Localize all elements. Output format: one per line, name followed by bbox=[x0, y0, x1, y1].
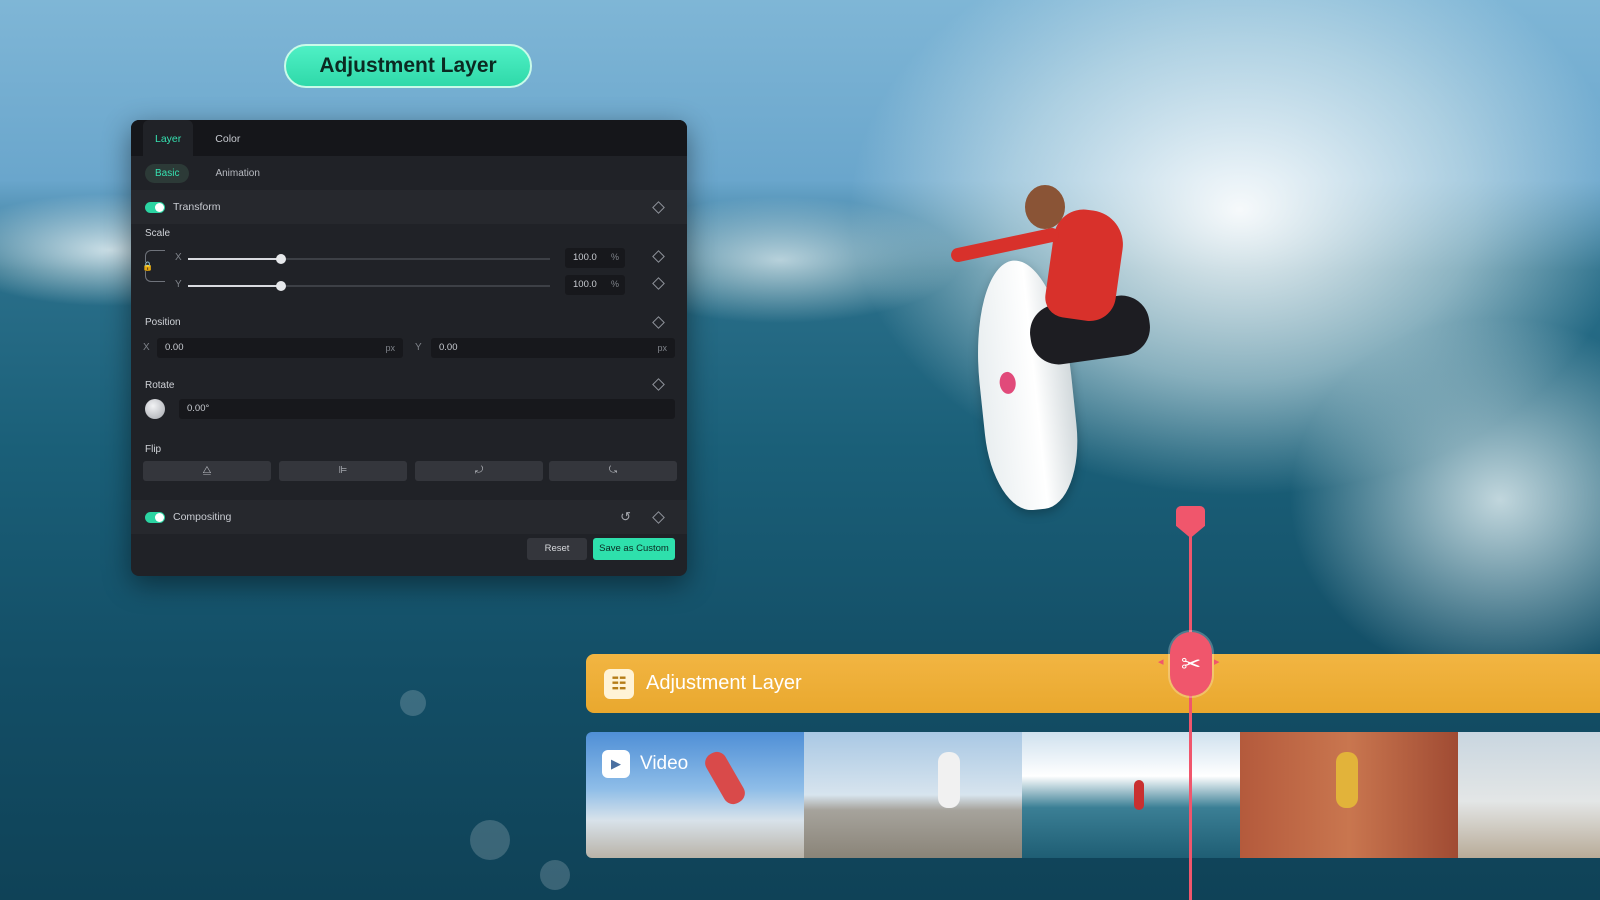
adjustment-sliders-icon: ☷ bbox=[604, 668, 634, 699]
transform-section-header[interactable]: Transform bbox=[131, 190, 687, 224]
tab-layer[interactable]: Layer bbox=[143, 120, 194, 156]
rotate-left-icon: ⤿ bbox=[608, 465, 618, 476]
scale-x-slider-handle[interactable] bbox=[276, 254, 286, 264]
flip-vertical-button[interactable]: ⊫ bbox=[279, 461, 407, 481]
flip-vertical-icon: ⊫ bbox=[338, 465, 348, 476]
properties-panel: Layer Color Basic Animation Transform Sc… bbox=[131, 120, 687, 576]
scale-x-slider-fill bbox=[188, 258, 280, 260]
compositing-section-header[interactable]: Compositing ↺ bbox=[131, 500, 687, 534]
video-thumbnail bbox=[1240, 732, 1458, 858]
panel-subtabs: Basic Animation bbox=[131, 156, 687, 190]
jumper-figure bbox=[1336, 752, 1358, 808]
rotate-right-button[interactable]: ⤾ bbox=[415, 461, 543, 481]
adjustment-layer-badge: Adjustment Layer bbox=[284, 44, 532, 88]
tab-color[interactable]: Color bbox=[203, 120, 252, 156]
flip-horizontal-button[interactable]: ⧋ bbox=[143, 461, 271, 481]
position-x-value: 0.00 bbox=[165, 342, 184, 353]
lock-icon[interactable]: 🔒 bbox=[142, 262, 153, 271]
scissors-icon: ✂ bbox=[1180, 650, 1202, 678]
surfer-head bbox=[1025, 185, 1065, 229]
transform-keyframe-icon[interactable] bbox=[652, 200, 665, 214]
scale-y-unit: % bbox=[611, 279, 620, 289]
split-right-arrow-icon: ▸ bbox=[1214, 655, 1220, 668]
position-y-input[interactable]: 0.00 px bbox=[431, 338, 675, 358]
reset-button[interactable]: Reset bbox=[527, 538, 587, 560]
water-bokeh bbox=[470, 820, 510, 860]
position-label: Position bbox=[145, 317, 181, 328]
skateboarder-figure bbox=[701, 748, 749, 808]
surfer-figure bbox=[1134, 780, 1144, 810]
rotate-label: Rotate bbox=[145, 380, 175, 391]
scale-y-slider[interactable] bbox=[188, 281, 550, 291]
reset-icon[interactable]: ↺ bbox=[620, 509, 631, 525]
save-as-custom-button[interactable]: Save as Custom bbox=[593, 538, 675, 560]
split-left-arrow-icon: ◂ bbox=[1158, 655, 1164, 668]
playhead-line[interactable] bbox=[1189, 516, 1192, 900]
position-x-input[interactable]: 0.00 px bbox=[157, 338, 403, 358]
video-thumbnail bbox=[1022, 732, 1240, 858]
position-keyframe-icon[interactable] bbox=[652, 316, 665, 329]
position-x-axis-label: X bbox=[143, 342, 150, 353]
rotate-right-icon: ⤾ bbox=[474, 465, 484, 476]
transform-label: Transform bbox=[173, 201, 221, 213]
dancer-figure bbox=[938, 752, 960, 808]
water-bokeh bbox=[540, 860, 570, 890]
scale-link-bracket: 🔒 bbox=[142, 250, 165, 282]
flip-horizontal-icon: ⧋ bbox=[202, 465, 212, 476]
scale-y-axis-label: Y bbox=[175, 279, 182, 290]
water-bokeh bbox=[400, 690, 426, 716]
scale-x-unit: % bbox=[611, 252, 620, 262]
flip-label: Flip bbox=[145, 444, 162, 455]
compositing-toggle[interactable] bbox=[145, 511, 165, 523]
video-thumbnail bbox=[1458, 732, 1600, 858]
subtab-basic[interactable]: Basic bbox=[145, 163, 190, 183]
rotate-dial[interactable] bbox=[145, 399, 165, 419]
surfer-arm bbox=[949, 226, 1061, 264]
rotate-left-button[interactable]: ⤿ bbox=[549, 461, 677, 481]
video-clip[interactable]: ▶ Video bbox=[586, 732, 1600, 858]
scale-y-keyframe-icon[interactable] bbox=[652, 277, 665, 290]
video-label-text: Video bbox=[640, 753, 689, 774]
adjustment-layer-clip-label: Adjustment Layer bbox=[646, 672, 802, 694]
scale-y-slider-handle[interactable] bbox=[276, 281, 286, 291]
adjustment-layer-clip[interactable]: ☷ Adjustment Layer bbox=[586, 654, 1600, 713]
rotate-input[interactable]: 0.00° bbox=[179, 399, 675, 419]
subtab-animation[interactable]: Animation bbox=[205, 164, 269, 183]
scale-x-keyframe-icon[interactable] bbox=[652, 250, 665, 263]
video-clip-label: ▶ Video bbox=[602, 750, 688, 778]
position-y-unit: px bbox=[657, 343, 667, 353]
compositing-keyframe-icon[interactable] bbox=[652, 510, 665, 524]
playhead-handle[interactable] bbox=[1176, 506, 1205, 538]
scale-x-slider[interactable] bbox=[188, 254, 550, 264]
compositing-label: Compositing bbox=[173, 511, 232, 523]
surfer-photo bbox=[930, 180, 1190, 520]
play-icon: ▶ bbox=[602, 750, 630, 778]
panel-tab-bar: Layer Color bbox=[131, 120, 687, 156]
scale-x-axis-label: X bbox=[175, 252, 182, 263]
split-scissors-button[interactable]: ✂ bbox=[1170, 632, 1212, 696]
position-x-unit: px bbox=[385, 343, 395, 353]
rotate-keyframe-icon[interactable] bbox=[652, 378, 665, 391]
video-thumbnail bbox=[804, 732, 1022, 858]
scale-label: Scale bbox=[145, 228, 171, 239]
scale-y-slider-fill bbox=[188, 285, 280, 287]
transform-toggle[interactable] bbox=[145, 201, 165, 213]
position-y-value: 0.00 bbox=[439, 342, 458, 353]
position-y-axis-label: Y bbox=[415, 342, 422, 353]
